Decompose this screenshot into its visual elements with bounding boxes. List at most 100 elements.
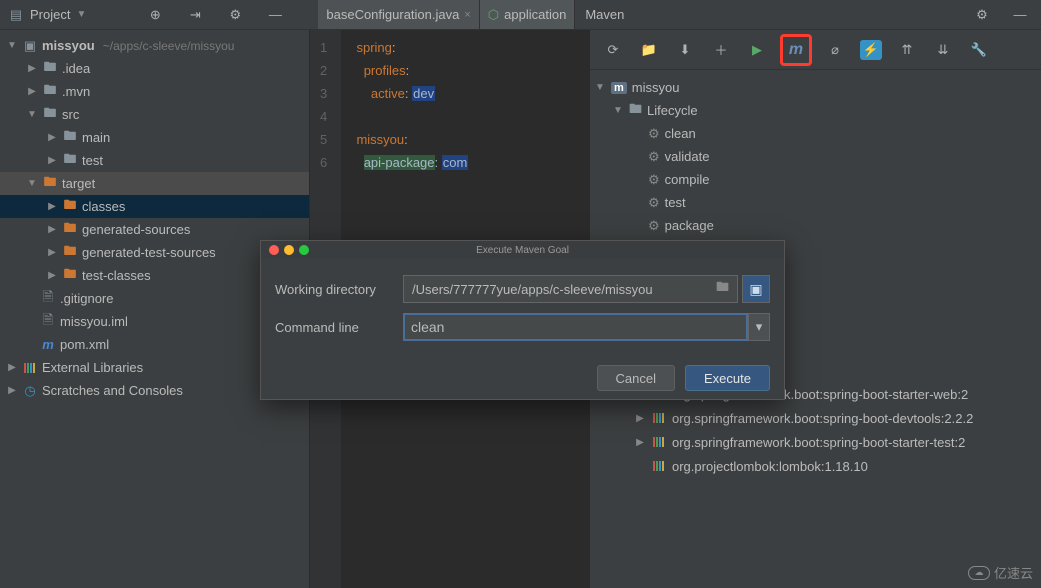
gear-icon: ⚙ [648,172,660,188]
working-directory-label: Working directory [275,282,403,297]
file-icon: 🗎 [40,288,56,310]
tree-item-gensources[interactable]: ▶ 🖿 generated-sources [0,218,309,241]
chevron-right-icon[interactable]: ▶ [46,270,58,281]
execute-maven-goal-button[interactable]: m [780,34,812,66]
target-icon[interactable]: ⊕ [142,2,168,28]
close-icon[interactable]: × [464,9,470,21]
execute-button[interactable]: Execute [685,365,770,391]
history-dropdown[interactable]: ▾ [748,313,770,341]
close-window-icon[interactable] [269,245,279,255]
spring-icon: ⬡ [488,7,499,23]
chevron-right-icon[interactable]: ▶ [46,224,58,235]
cloud-icon: ☁ [968,566,990,580]
maven-goal-package[interactable]: ⚙package [590,214,1041,237]
chevron-down-icon[interactable]: ▼ [612,105,624,116]
folder-icon: 🖿 [42,58,58,80]
chevron-right-icon[interactable]: ▶ [26,86,38,97]
chevron-right-icon[interactable]: ▶ [634,413,646,424]
dependency-row[interactable]: ▶org.springframework.boot:spring-boot-st… [590,430,1041,454]
maven-goal-clean[interactable]: ⚙clean [590,122,1041,145]
gear-icon[interactable]: ⚙ [969,2,995,28]
tree-label: classes [82,199,125,214]
tree-item-classes[interactable]: ▶ 🖿 classes [0,195,309,218]
download-icon[interactable]: ⬇ [672,37,698,63]
tree-item-idea[interactable]: ▶ 🖿 .idea [0,57,309,80]
add-icon[interactable]: ＋ [708,37,734,63]
maven-goal-compile[interactable]: ⚙compile [590,168,1041,191]
lifecycle-label: Lifecycle [647,103,698,118]
library-icon [652,411,666,425]
settings-icon[interactable]: 🔧 [966,37,992,63]
scratch-icon: ◷ [22,383,38,399]
working-directory-field[interactable]: /Users/777777yue/apps/c-sleeve/missyou🖿 [403,275,738,303]
tree-item-target[interactable]: ▼ 🖿 target [0,172,309,195]
chevron-right-icon[interactable]: ▶ [634,437,646,448]
tree-label: main [82,130,110,145]
dialog-title: Execute Maven Goal [476,245,569,256]
toggle-skip-tests-icon[interactable]: ⌀ [822,37,848,63]
window-controls[interactable] [261,245,309,255]
chevron-down-icon[interactable]: ▼ [26,109,38,120]
library-icon [22,361,38,375]
dependency-row[interactable]: ▶org.projectlombok:lombok:1.18.10 [590,454,1041,478]
hide-icon[interactable]: — [262,2,288,28]
tree-root[interactable]: ▼ ▣ missyou ~/apps/c-sleeve/missyou [0,34,309,57]
chevron-right-icon[interactable]: ▶ [6,385,18,396]
gear-icon[interactable]: ⚙ [222,2,248,28]
tree-item-main[interactable]: ▶ 🖿 main [0,126,309,149]
folder-icon: 🖿 [62,265,78,287]
bolt-icon[interactable]: ⚡ [858,37,884,63]
folder-icon: 🖿 [42,173,58,195]
chevron-right-icon[interactable]: ▶ [26,63,38,74]
folder-icon: 🖿 [62,242,78,264]
refresh-icon[interactable]: ⟳ [600,37,626,63]
zoom-window-icon[interactable] [299,245,309,255]
maven-panel-title: Maven [585,7,624,22]
collapse-all-icon[interactable]: ⇈ [894,37,920,63]
maven-goal-test[interactable]: ⚙test [590,191,1041,214]
chevron-right-icon[interactable]: ▶ [46,132,58,143]
module-icon: ▣ [22,38,38,54]
chevron-down-icon: ▼ [76,9,86,20]
editor-tab-java[interactable]: baseConfiguration.java × [318,0,479,29]
chevron-right-icon[interactable]: ▶ [46,155,58,166]
command-line-input[interactable] [403,313,748,341]
run-icon[interactable]: ▶ [744,37,770,63]
project-dropdown[interactable]: ▤ Project ▼ [8,7,86,23]
dialog-titlebar[interactable]: Execute Maven Goal [261,241,784,259]
expand-all-icon[interactable]: ⇊ [930,37,956,63]
gear-icon: ⚙ [648,195,660,211]
generate-sources-icon[interactable]: 📁 [636,37,662,63]
minimize-icon[interactable]: — [1007,2,1033,28]
maven-lifecycle-folder[interactable]: ▼ 🖿 Lifecycle [590,99,1041,122]
chevron-down-icon[interactable]: ▼ [594,82,606,93]
gear-icon: ⚙ [648,218,660,234]
tab-label: baseConfiguration.java [326,7,459,22]
gear-icon: ⚙ [648,126,660,142]
folder-icon: 🖿 [629,100,642,122]
browse-icon[interactable]: 🖿 [716,278,729,300]
folder-icon: ▤ [8,7,24,23]
tree-item-mvn[interactable]: ▶ 🖿 .mvn [0,80,309,103]
maven-goal-validate[interactable]: ⚙validate [590,145,1041,168]
maven-root[interactable]: ▼ m missyou [590,76,1041,99]
chevron-down-icon[interactable]: ▼ [6,40,18,51]
collapse-icon[interactable]: ⇥ [182,2,208,28]
tree-item-src[interactable]: ▼ 🖿 src [0,103,309,126]
tree-label: .idea [62,61,90,76]
folder-icon: 🖿 [62,219,78,241]
dependency-row[interactable]: ▶org.springframework.boot:spring-boot-de… [590,406,1041,430]
folder-icon: 🖿 [42,81,58,103]
folder-icon: 🖿 [62,127,78,149]
chevron-right-icon[interactable]: ▶ [46,201,58,212]
chevron-down-icon[interactable]: ▼ [26,178,38,189]
module-picker-button[interactable]: ▣ [742,275,770,303]
tree-label: .gitignore [60,291,113,306]
chevron-right-icon[interactable]: ▶ [46,247,58,258]
chevron-right-icon[interactable]: ▶ [6,362,18,373]
tree-item-test[interactable]: ▶ 🖿 test [0,149,309,172]
editor-tab-application[interactable]: ⬡ application [480,0,576,29]
tree-label: Scratches and Consoles [42,383,183,398]
minimize-window-icon[interactable] [284,245,294,255]
cancel-button[interactable]: Cancel [597,365,675,391]
